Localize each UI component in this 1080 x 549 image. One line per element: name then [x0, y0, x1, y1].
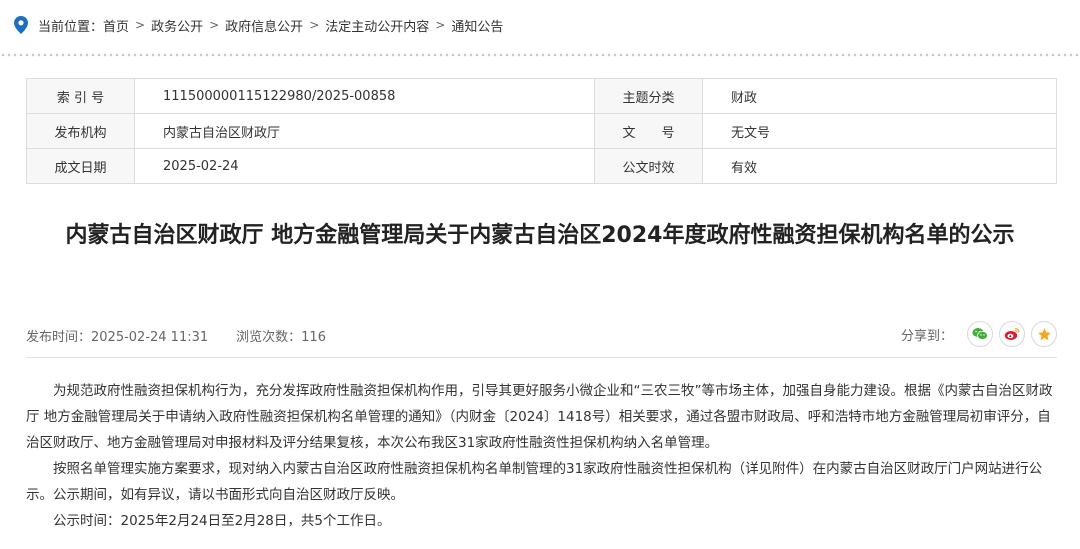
- index-label: 索 引 号: [26, 78, 135, 114]
- topic-value: 财政: [702, 78, 1057, 114]
- breadcrumb-government-affairs[interactable]: 政务公开: [151, 16, 203, 35]
- meta-row: 成文日期 2025-02-24 公文时效 有效: [26, 148, 1057, 184]
- share-label: 分享到：: [900, 328, 953, 344]
- docno-value: 无文号: [702, 113, 1057, 149]
- index-value: 111500000115122980/2025-00858: [134, 78, 595, 114]
- breadcrumb-statutory-content[interactable]: 法定主动公开内容: [325, 16, 429, 35]
- view-count: 浏览次数：116: [236, 329, 326, 345]
- validity-value: 有效: [702, 148, 1057, 184]
- breadcrumb-separator: >: [435, 18, 446, 32]
- share-favorite-button[interactable]: [1031, 321, 1057, 347]
- star-icon: [1037, 327, 1051, 340]
- meta-row: 发布机构 内蒙古自治区财政厅 文 号 无文号: [26, 113, 1057, 149]
- weibo-icon: [1004, 327, 1020, 340]
- body-paragraph: 为规范政府性融资担保机构行为，充分发挥政府性融资担保机构作用，引导其更好服务小微…: [26, 383, 1053, 451]
- publisher-value: 内蒙古自治区财政厅: [134, 113, 595, 149]
- article-info-bar: 发布时间：2025-02-24 11:31 浏览次数：116 分享到：: [26, 321, 1057, 347]
- location-pin-icon: [14, 16, 28, 34]
- publisher-label: 发布机构: [26, 113, 135, 149]
- breadcrumb-separator: >: [135, 18, 146, 32]
- article-title: 内蒙古自治区财政厅 地方金融管理局关于内蒙古自治区2024年度政府性融资担保机构…: [65, 223, 1015, 248]
- breadcrumb-government-info[interactable]: 政府信息公开: [225, 16, 303, 35]
- validity-label: 公文时效: [594, 148, 703, 184]
- breadcrumb-label: 当前位置：: [38, 19, 104, 35]
- wechat-icon: [972, 328, 988, 340]
- document-meta-table: 索 引 号 111500000115122980/2025-00858 主题分类…: [26, 78, 1057, 184]
- share-wechat-button[interactable]: [967, 321, 993, 347]
- date-label: 成文日期: [26, 148, 135, 184]
- body-paragraph: 公示时间：2025年2月24日至2月28日，共5个工作日。: [53, 513, 391, 529]
- share-bar: 分享到：: [901, 321, 1057, 347]
- divider: [26, 357, 1057, 358]
- breadcrumb-separator: >: [309, 18, 320, 32]
- breadcrumb-notices[interactable]: 通知公告: [451, 16, 503, 35]
- breadcrumb-home[interactable]: 首页: [103, 16, 129, 35]
- breadcrumb-separator: >: [209, 18, 220, 32]
- breadcrumb: 当前位置： 首页 > 政务公开 > 政府信息公开 > 法定主动公开内容 > 通知…: [0, 0, 1080, 50]
- topic-label: 主题分类: [594, 78, 703, 114]
- date-value: 2025-02-24: [134, 148, 595, 184]
- meta-row: 索 引 号 111500000115122980/2025-00858 主题分类…: [26, 78, 1057, 114]
- share-weibo-button[interactable]: [999, 321, 1025, 347]
- body-paragraph: 按照名单管理实施方案要求，现对纳入内蒙古自治区政府性融资担保机构名单制管理的31…: [26, 461, 1043, 503]
- article-body: 为规范政府性融资担保机构行为，充分发挥政府性融资担保机构作用，引导其更好服务小微…: [26, 378, 1057, 534]
- publish-time: 发布时间：2025-02-24 11:31: [26, 329, 209, 345]
- dotted-divider: [0, 52, 1080, 58]
- docno-label: 文 号: [594, 113, 703, 149]
